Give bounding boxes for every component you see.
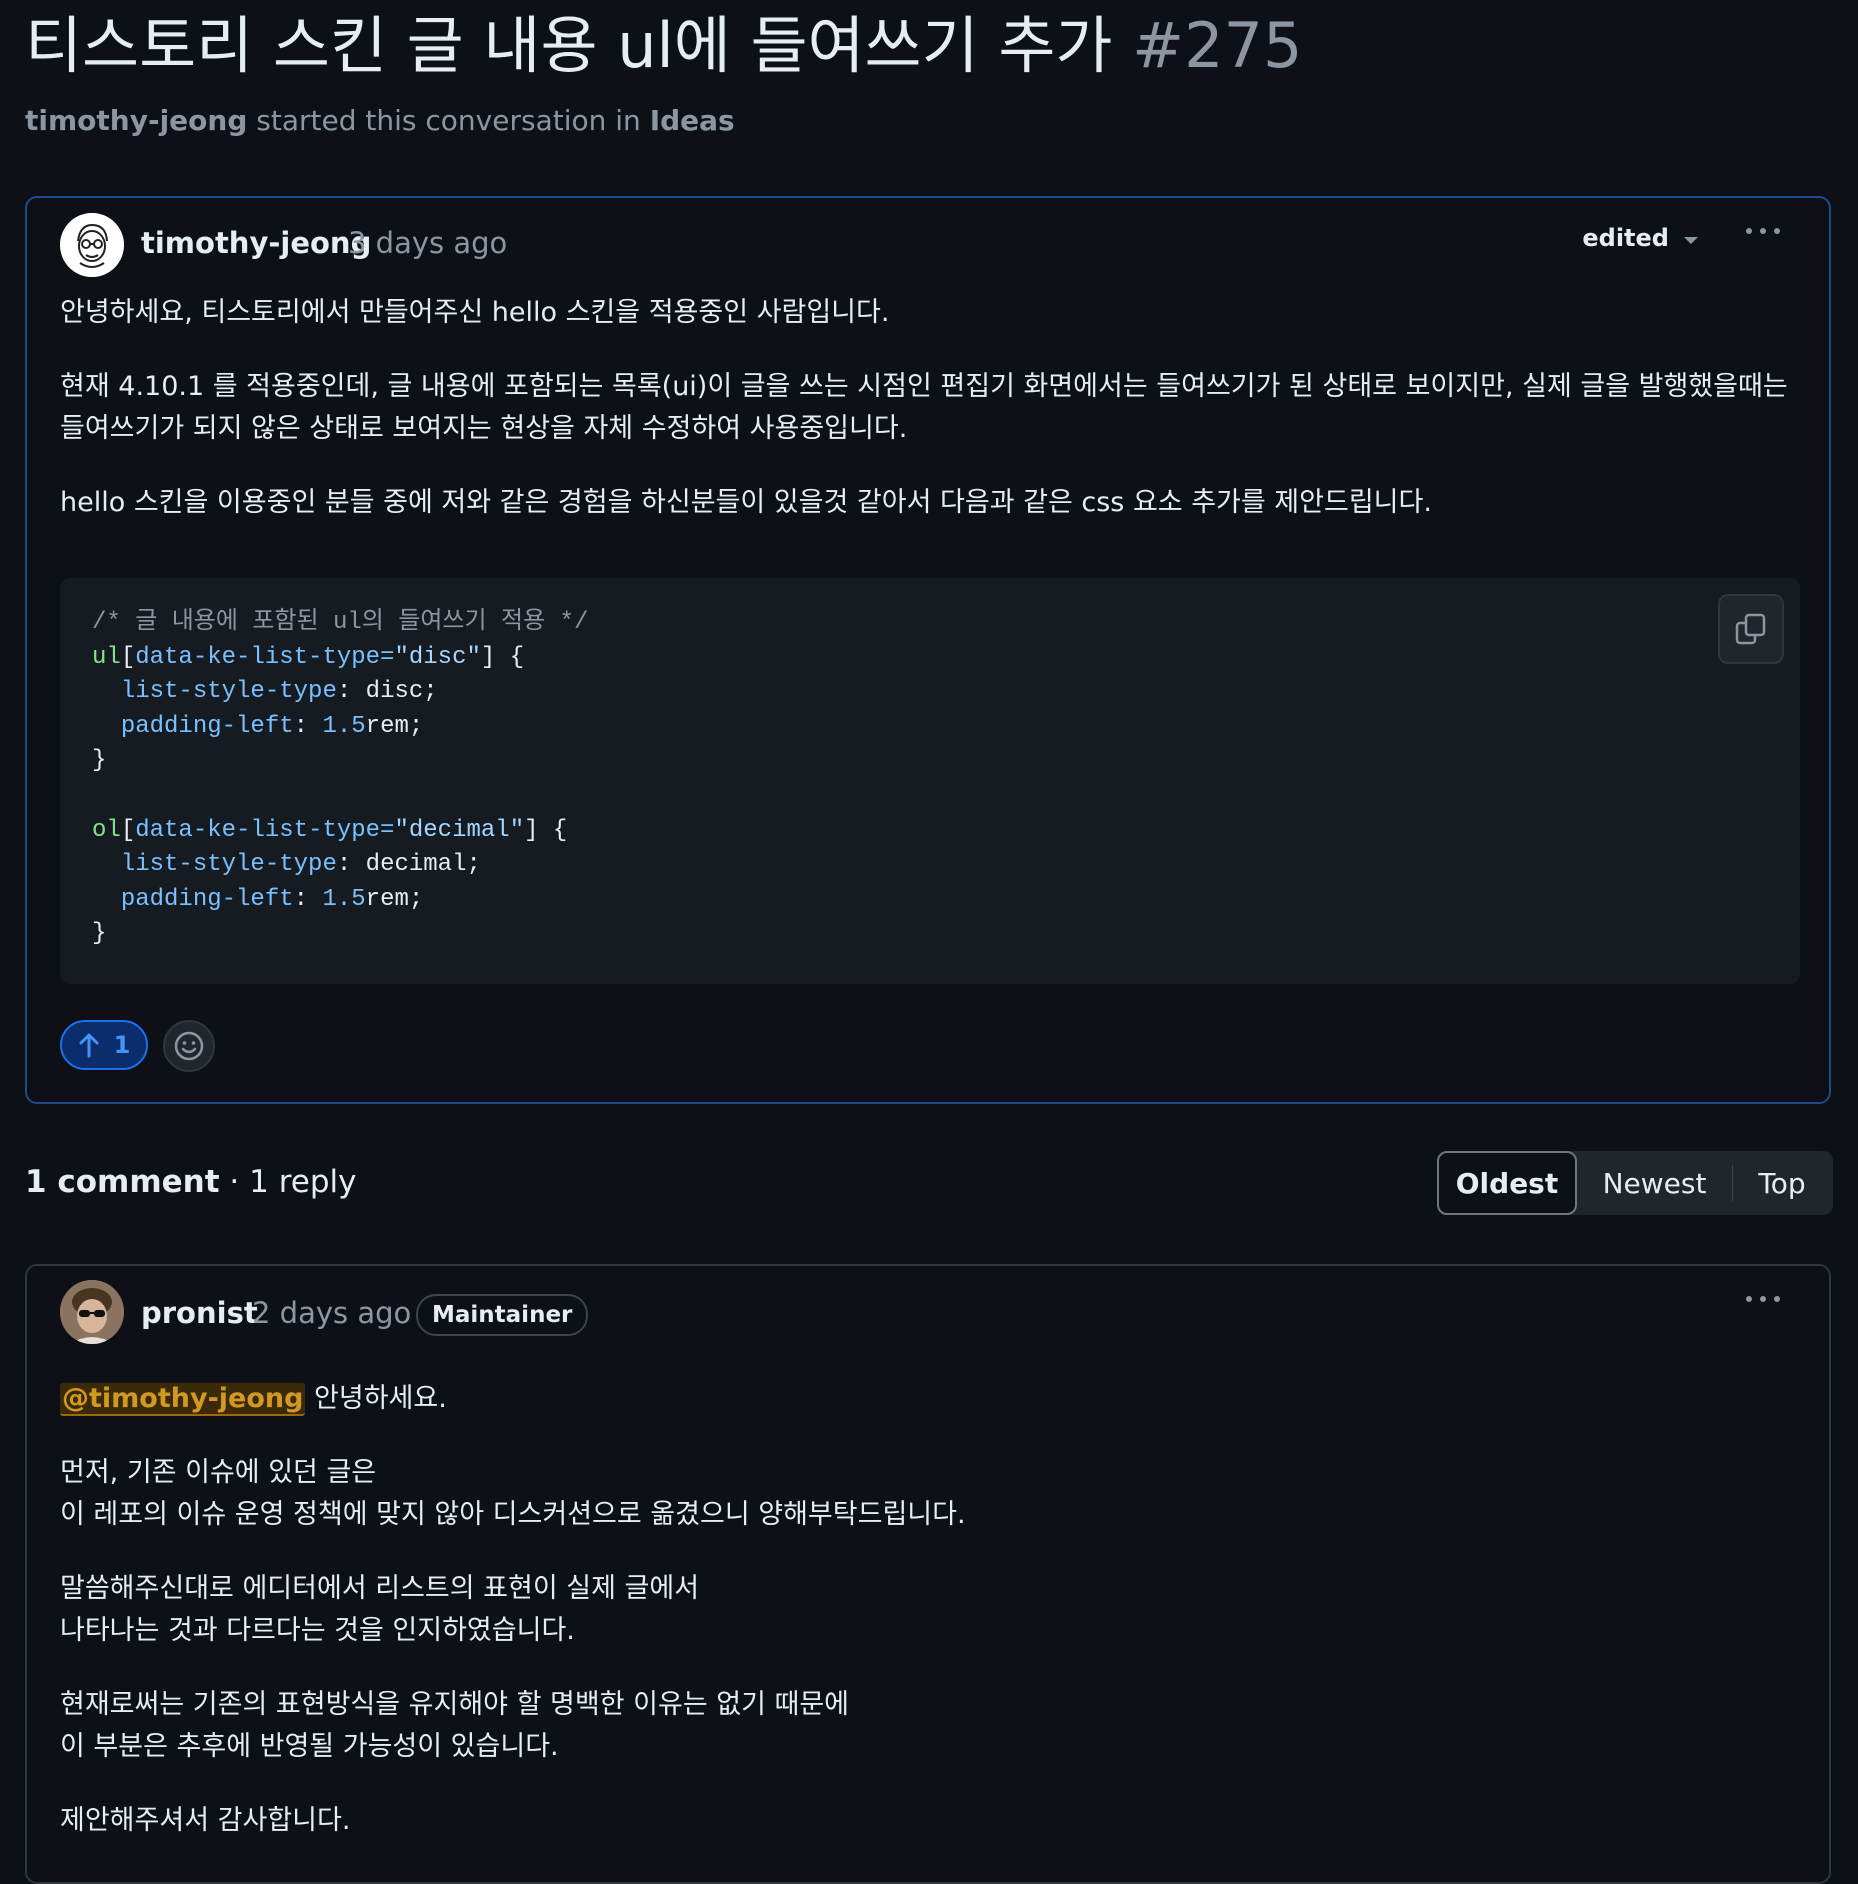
copy-button[interactable] xyxy=(1718,594,1784,664)
reply-count-label: · 1 reply xyxy=(219,1164,357,1200)
discussion-title-text: 티스토리 스킨 글 내용 ul에 들여쓰기 추가 xyxy=(25,9,1113,82)
code-comment: /* 글 내용에 포함된 ul의 들여쓰기 적용 */ xyxy=(92,609,589,636)
code-property: list-style-type xyxy=(120,678,337,706)
comment-greeting: @timothy-jeong 안녕하세요. xyxy=(60,1378,1796,1420)
code-number: 1.5 xyxy=(322,712,366,740)
edited-dropdown[interactable]: edited xyxy=(1582,224,1699,252)
comment-paragraph: 먼저, 기존 이슈에 있던 글은이 레포의 이슈 운영 정책에 맞지 않아 디스… xyxy=(60,1452,1796,1536)
comment-body: @timothy-jeong 안녕하세요. 먼저, 기존 이슈에 있던 글은이 … xyxy=(60,1378,1796,1842)
smiley-icon xyxy=(174,1031,204,1061)
comment-paragraph: 현재로써는 기존의 표현방식을 유지해야 할 명백한 이유는 없기 때문에이 부… xyxy=(60,1684,1796,1768)
meta-text: started this conversation in xyxy=(247,104,650,137)
comment-line: 이 부분은 추후에 반영될 가능성이 있습니다. xyxy=(60,1731,559,1762)
discussion-title: 티스토리 스킨 글 내용 ul에 들여쓰기 추가 #275 xyxy=(25,2,1302,90)
code-attr: data-ke-list-type= xyxy=(135,816,395,844)
avatar[interactable] xyxy=(60,213,124,277)
original-post: timothy-jeong 3 days ago edited 안녕하세요, 티… xyxy=(25,196,1831,1104)
upvote-button[interactable]: 1 xyxy=(60,1020,148,1070)
code-value: disc; xyxy=(365,678,438,706)
comment-paragraph: 제안해주셔서 감사합니다. xyxy=(60,1805,351,1836)
code-attr: data-ke-list-type= xyxy=(135,643,395,671)
greeting-text: 안녕하세요. xyxy=(305,1383,447,1414)
sort-top[interactable]: Top xyxy=(1733,1151,1831,1215)
post-paragraph: 현재 4.10.1 를 적용중인데, 글 내용에 포함되는 목록(ui)이 글을… xyxy=(60,371,1788,444)
comments-count: 1 comment · 1 reply xyxy=(25,1164,356,1200)
comment-line: 먼저, 기존 이슈에 있던 글은 xyxy=(60,1457,377,1488)
comment: pronist 2 days ago Maintainer @timothy-j… xyxy=(25,1264,1831,1884)
code-property: padding-left xyxy=(120,712,294,740)
copy-icon xyxy=(1735,613,1766,645)
comment-author[interactable]: pronist xyxy=(141,1296,258,1330)
code-string: "decimal" xyxy=(394,816,525,844)
edited-label: edited xyxy=(1582,224,1669,252)
add-reaction-button[interactable] xyxy=(163,1020,215,1072)
maintainer-badge: Maintainer xyxy=(416,1294,589,1336)
upvote-count: 1 xyxy=(113,1031,131,1059)
comment-line: 나타나는 것과 다르다는 것을 인지하였습니다. xyxy=(60,1615,575,1646)
discussion-page: 티스토리 스킨 글 내용 ul에 들여쓰기 추가 #275 timothy-je… xyxy=(0,0,1858,1884)
post-author[interactable]: timothy-jeong xyxy=(141,226,371,260)
post-paragraph: hello 스킨을 이용중인 분들 중에 저와 같은 경험을 하신분들이 있을것… xyxy=(60,487,1432,518)
code-property: list-style-type xyxy=(120,851,337,879)
comment-line: 말씀해주신대로 에디터에서 리스트의 표현이 실제 글에서 xyxy=(60,1573,700,1604)
kebab-horizontal-icon xyxy=(1746,1296,1780,1302)
meta-author-link[interactable]: timothy-jeong xyxy=(25,104,247,137)
sort-newest[interactable]: Newest xyxy=(1577,1151,1732,1215)
comment-paragraph: 말씀해주신대로 에디터에서 리스트의 표현이 실제 글에서나타나는 것과 다르다… xyxy=(60,1568,1796,1652)
sort-oldest[interactable]: Oldest xyxy=(1437,1151,1577,1215)
meta-category-link[interactable]: Ideas xyxy=(650,104,735,137)
sort-segmented-control: Oldest Newest Top xyxy=(1437,1151,1833,1215)
comment-line: 이 레포의 이슈 운영 정책에 맞지 않아 디스커션으로 옮겼으니 양해부탁드립… xyxy=(60,1499,966,1530)
comment-line: 현재로써는 기존의 표현방식을 유지해야 할 명백한 이유는 없기 때문에 xyxy=(60,1689,850,1720)
discussion-number: #275 xyxy=(1132,9,1303,82)
code-value: decimal; xyxy=(365,851,481,879)
post-options-button[interactable] xyxy=(1741,216,1785,246)
discussion-meta: timothy-jeong started this conversation … xyxy=(25,104,735,137)
chevron-down-icon xyxy=(1683,224,1699,252)
comment-options-button[interactable] xyxy=(1741,1284,1785,1314)
code-unit: rem; xyxy=(365,712,424,740)
avatar[interactable] xyxy=(60,1280,124,1344)
code-selector: ul xyxy=(92,643,121,671)
post-time[interactable]: 3 days ago xyxy=(348,226,507,260)
code-block: /* 글 내용에 포함된 ul의 들여쓰기 적용 */ ul[data-ke-l… xyxy=(60,578,1800,984)
code-content: /* 글 내용에 포함된 ul의 들여쓰기 적용 */ ul[data-ke-l… xyxy=(92,609,589,948)
code-string: "disc" xyxy=(394,643,481,671)
arrow-up-icon xyxy=(79,1033,99,1058)
code-selector: ol xyxy=(92,816,121,844)
post-paragraph: 안녕하세요, 티스토리에서 만들어주신 hello 스킨을 적용중인 사람입니다… xyxy=(60,297,890,328)
mention-link[interactable]: @timothy-jeong xyxy=(60,1383,306,1416)
code-property: padding-left xyxy=(120,885,294,913)
comment-time[interactable]: 2 days ago xyxy=(252,1296,411,1330)
code-unit: rem; xyxy=(365,885,424,913)
kebab-horizontal-icon xyxy=(1746,228,1780,234)
post-body: 안녕하세요, 티스토리에서 만들어주신 hello 스킨을 적용중인 사람입니다… xyxy=(60,292,1796,524)
comment-count-label: 1 comment xyxy=(25,1164,220,1200)
code-number: 1.5 xyxy=(322,885,366,913)
